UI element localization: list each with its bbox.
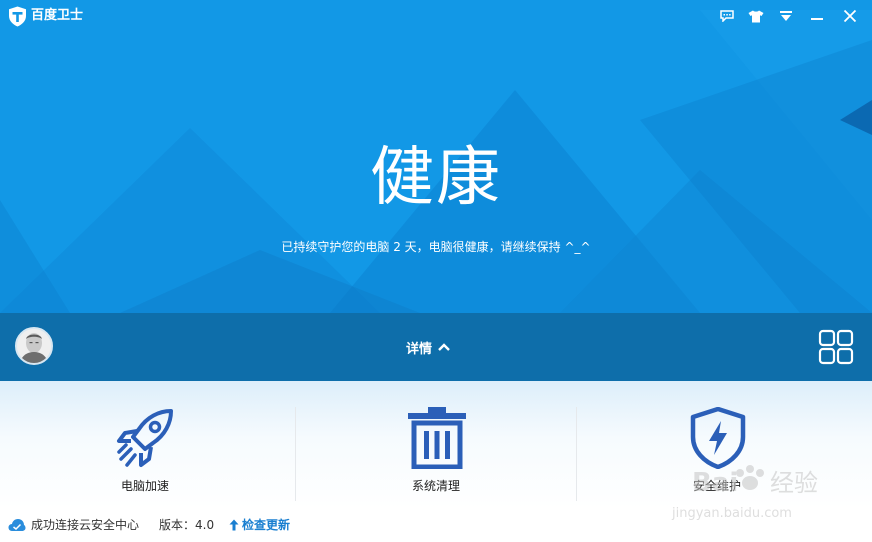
tool-speedup-label: 电脑加速 xyxy=(120,479,169,493)
feedback-icon xyxy=(720,10,734,22)
minimize-button[interactable] xyxy=(806,6,828,26)
baidu-guard-window: 百度卫士 健康 已持续守护您的电脑 2 天，电脑很健康，请继续保持 ^_^ 详情… xyxy=(0,0,872,542)
more-tools-button[interactable] xyxy=(818,329,854,365)
tool-security[interactable]: 安全维护 xyxy=(572,381,862,508)
cloud-icon xyxy=(8,519,26,531)
check-update-link[interactable]: 检查更新 xyxy=(229,516,290,534)
avatar[interactable] xyxy=(15,327,53,365)
skin-icon xyxy=(748,10,764,22)
details-toggle[interactable]: 详情 xyxy=(406,335,451,359)
minimize-icon xyxy=(811,18,823,20)
tool-cleanup[interactable]: 系统清理 xyxy=(291,381,581,508)
status-hero: 百度卫士 健康 已持续守护您的电脑 2 天，电脑很健康，请继续保持 ^_^ xyxy=(0,0,872,313)
rocket-icon xyxy=(117,409,173,467)
close-button[interactable] xyxy=(839,6,861,26)
baidu-guard-logo-icon xyxy=(9,6,26,27)
close-icon xyxy=(843,9,857,23)
user-avatar-icon xyxy=(17,329,51,363)
tools-row: 电脑加速 系统清理 安全维护 xyxy=(0,381,872,508)
check-update-label: 检查更新 xyxy=(242,518,291,532)
version-label: 版本：4.0 xyxy=(159,518,215,532)
skin-button[interactable] xyxy=(745,6,767,26)
title-bar: 百度卫士 xyxy=(0,0,872,34)
tool-speedup[interactable]: 电脑加速 xyxy=(0,381,290,508)
tool-security-label: 安全维护 xyxy=(692,479,741,493)
grid-icon xyxy=(818,329,854,365)
feedback-button[interactable] xyxy=(716,6,738,26)
menu-icon xyxy=(780,11,792,21)
shield-icon xyxy=(690,407,746,469)
trash-icon xyxy=(408,407,466,469)
connection-status: 成功连接云安全中心 xyxy=(31,518,140,532)
arrow-up-icon xyxy=(229,519,239,531)
status-bar: 成功连接云安全中心 版本：4.0 检查更新 xyxy=(0,508,872,542)
details-bar: 详情 xyxy=(0,313,872,381)
status-subtext: 已持续守护您的电脑 2 天，电脑很健康，请继续保持 ^_^ xyxy=(281,240,591,254)
tool-cleanup-label: 系统清理 xyxy=(411,479,460,493)
status-headline: 健康 xyxy=(370,141,502,215)
menu-button[interactable] xyxy=(775,6,797,26)
app-title: 百度卫士 xyxy=(31,8,84,23)
chevron-up-icon xyxy=(438,343,450,351)
details-label: 详情 xyxy=(406,341,433,357)
